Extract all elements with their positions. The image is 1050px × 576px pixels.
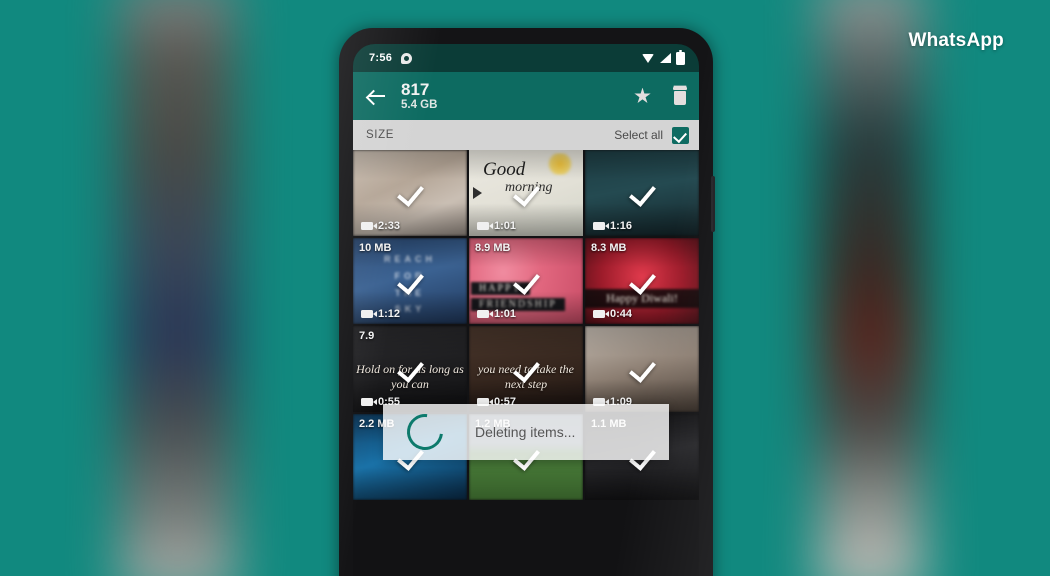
selection-size-subtitle: 5.4 GB	[401, 99, 438, 112]
selection-check-icon	[397, 268, 423, 294]
file-size-tag: 8.3 MB	[591, 242, 627, 254]
video-icon	[477, 310, 493, 318]
select-all-checkbox[interactable]	[672, 126, 689, 144]
duration-tag: 0:44	[593, 308, 632, 320]
sort-by-size-label[interactable]: SIZE	[366, 129, 394, 141]
video-icon	[593, 222, 609, 230]
file-size-tag: 8.9 MB	[475, 242, 511, 254]
selection-check-icon	[397, 356, 423, 382]
selection-check-icon	[629, 268, 655, 294]
sort-and-select-bar: SIZE Select all	[353, 120, 699, 150]
phone-screen: 7:56 817 5.4 GB SIZE Select all 2:33 1:0…	[353, 44, 699, 576]
media-grid: 2:33 Good morning 1:01	[353, 150, 699, 576]
table-row[interactable]: 1:16	[585, 150, 699, 236]
background-blur-band-right	[818, 0, 923, 576]
phone-device-frame: 7:56 817 5.4 GB SIZE Select all 2:33 1:0…	[339, 28, 715, 576]
loading-spinner-icon	[399, 406, 451, 458]
duration-tag: 1:01	[477, 220, 516, 232]
duration-tag: 1:12	[361, 308, 400, 320]
selection-check-icon	[629, 356, 655, 382]
duration-label: 2:33	[378, 220, 401, 232]
file-size-tag: 7.9	[359, 330, 375, 342]
app-bar-actions	[634, 87, 687, 105]
app-bar: 817 5.4 GB	[353, 72, 699, 120]
signal-icon	[660, 53, 671, 63]
table-row[interactable]: Good morning 1:01	[469, 150, 583, 236]
status-clock: 7:56	[369, 52, 393, 64]
battery-icon	[676, 49, 685, 65]
status-system-icons	[642, 49, 685, 65]
duration-label: 1:12	[378, 308, 401, 320]
selection-check-icon	[513, 356, 539, 382]
video-icon	[593, 310, 609, 318]
selection-check-icon	[513, 180, 539, 206]
status-notification-icons	[401, 52, 413, 64]
video-icon	[361, 222, 377, 230]
table-row[interactable]: you need to take the next step 0:57	[469, 326, 583, 412]
selection-count-title: 817	[401, 80, 430, 100]
duration-tag: 1:01	[477, 308, 516, 320]
wifi-icon	[642, 53, 655, 63]
dialog-message: Deleting items...	[475, 424, 576, 440]
video-icon	[477, 222, 493, 230]
selection-check-icon	[513, 268, 539, 294]
table-row[interactable]: 1:09	[585, 326, 699, 412]
selection-check-icon	[397, 180, 423, 206]
table-row[interactable]: 7.9 Hold on for as long as you can 0:55	[353, 326, 467, 412]
screenshot-stage: WhatsApp 7:56 817 5.4 GB SIZE Select all…	[0, 0, 1050, 576]
duration-label: 1:16	[610, 220, 633, 232]
star-icon[interactable]	[634, 87, 651, 103]
file-size-tag: 10 MB	[359, 242, 392, 254]
select-all-control[interactable]: Select all	[614, 126, 689, 144]
table-row[interactable]: 2:33	[353, 150, 467, 236]
deleting-items-dialog: Deleting items...	[383, 404, 669, 460]
table-row[interactable]: HAPPY FRIENDSHIP 8.9 MB 1:01	[469, 238, 583, 324]
whatsapp-wordmark: WhatsApp	[908, 30, 1004, 51]
app-bar-title-block: 817 5.4 GB	[401, 80, 437, 112]
duration-label: 0:44	[610, 308, 633, 320]
table-row[interactable]: Happy Diwali! 8.3 MB 0:44	[585, 238, 699, 324]
video-icon	[361, 310, 377, 318]
table-row[interactable]: REACH FOR THE SKY 10 MB 1:12	[353, 238, 467, 324]
back-arrow-icon[interactable]	[365, 85, 387, 107]
status-bar: 7:56	[353, 44, 699, 72]
duration-label: 1:01	[494, 220, 517, 232]
power-button[interactable]	[711, 176, 715, 232]
trash-icon[interactable]	[673, 87, 687, 105]
duration-label: 1:01	[494, 308, 517, 320]
video-icon	[361, 398, 377, 406]
duration-tag: 2:33	[361, 220, 400, 232]
selection-check-icon	[629, 180, 655, 206]
select-all-label: Select all	[614, 128, 663, 142]
background-blur-band-left	[120, 0, 235, 576]
whatsapp-notification-icon	[401, 52, 413, 64]
duration-tag: 1:16	[593, 220, 632, 232]
